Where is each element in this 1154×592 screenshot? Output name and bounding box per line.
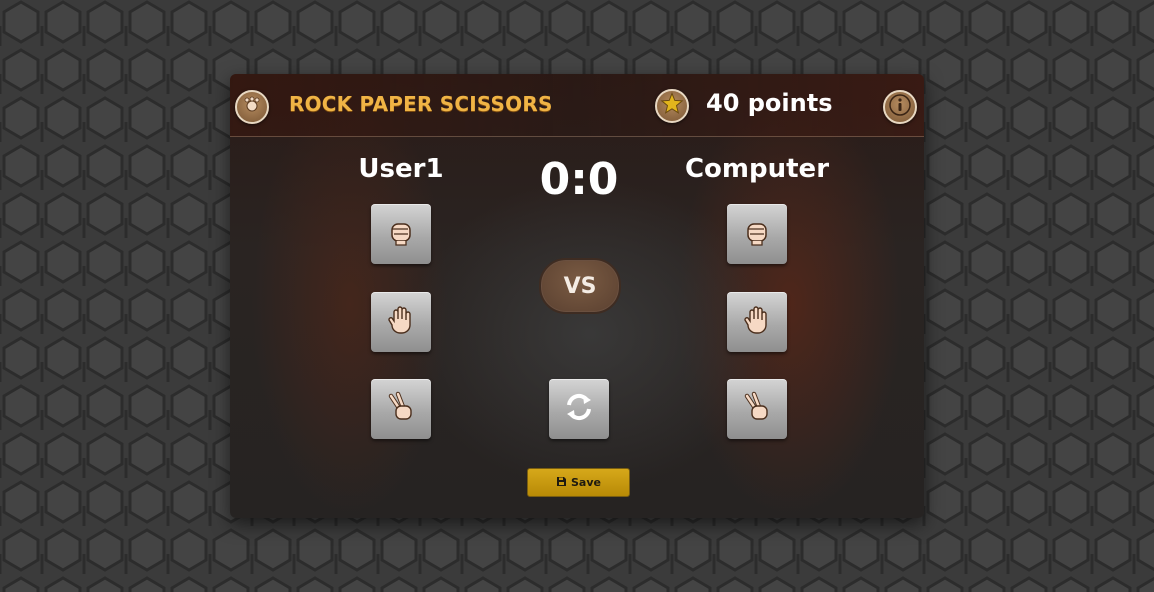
floppy-disk-icon	[556, 476, 567, 490]
computer-scissors-button[interactable]	[727, 379, 787, 439]
save-label: Save	[571, 476, 601, 489]
user-rock-button[interactable]	[371, 204, 431, 264]
paper-hand-icon	[384, 303, 418, 341]
logo-button[interactable]	[235, 90, 269, 124]
rock-fist-icon	[740, 215, 774, 253]
game-title: ROCK PAPER SCISSORS	[289, 92, 553, 116]
hand-logo-icon	[242, 95, 262, 119]
user-scissors-button[interactable]	[371, 379, 431, 439]
refresh-icon	[561, 389, 597, 429]
scissors-hand-icon	[740, 390, 774, 428]
scissors-hand-icon	[384, 390, 418, 428]
computer-paper-button[interactable]	[727, 292, 787, 352]
points-star-badge	[655, 89, 689, 123]
save-button[interactable]: Save	[527, 468, 630, 497]
score-display: 0:0	[539, 154, 619, 205]
user-paper-button[interactable]	[371, 292, 431, 352]
paper-hand-icon	[740, 303, 774, 341]
user-name: User1	[358, 154, 444, 184]
computer-name: Computer	[684, 154, 830, 184]
game-panel: ROCK PAPER SCISSORS 40 points User1 0:0 …	[230, 74, 924, 518]
info-icon	[889, 94, 911, 120]
reset-button[interactable]	[549, 379, 609, 439]
computer-rock-button[interactable]	[727, 204, 787, 264]
vs-badge: VS	[539, 258, 621, 314]
header-bar: ROCK PAPER SCISSORS 40 points	[230, 74, 924, 137]
points-counter: 40 points	[706, 89, 833, 117]
info-button[interactable]	[883, 90, 917, 124]
rock-fist-icon	[384, 215, 418, 253]
star-icon	[660, 92, 684, 120]
